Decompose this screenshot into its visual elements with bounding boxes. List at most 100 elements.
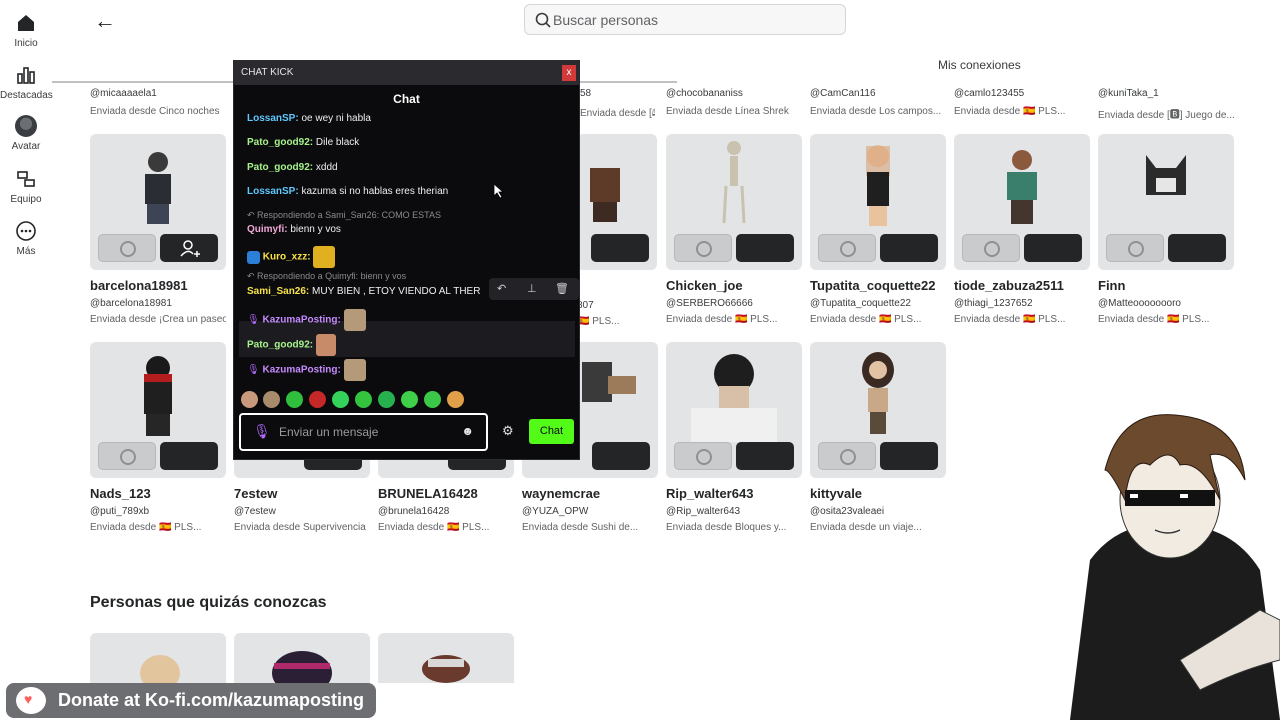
nav-home[interactable]: Inicio: [0, 12, 52, 49]
connection-card[interactable]: Chicken_joe @SERBERO66666 Enviada desde …: [666, 134, 802, 325]
add-friend-button[interactable]: [592, 442, 650, 470]
back-arrow-icon[interactable]: ←: [94, 8, 116, 34]
tab-connections[interactable]: Mis conexiones: [938, 58, 1021, 72]
avatar-thumbnail[interactable]: [810, 134, 946, 270]
emote-icon[interactable]: [378, 391, 395, 408]
mic-badge-icon: 🎙: [247, 314, 260, 326]
decline-button[interactable]: [1106, 234, 1164, 262]
decline-button[interactable]: [674, 234, 732, 262]
user-name[interactable]: 7estew: [234, 486, 370, 501]
nav-charts[interactable]: Destacadas: [0, 64, 53, 101]
chat-username[interactable]: Quimyfi:: [247, 224, 288, 235]
chat-username[interactable]: Pato_good92:: [247, 340, 313, 351]
nav-group[interactable]: Equipo: [0, 168, 52, 205]
emote-icon[interactable]: [241, 391, 258, 408]
avatar-thumbnail[interactable]: [666, 342, 802, 478]
user-name[interactable]: kittyvale: [810, 486, 946, 501]
emote-icon[interactable]: [332, 391, 349, 408]
emote-icon[interactable]: [447, 391, 464, 408]
donate-banner[interactable]: Donate at Ko-fi.com/kazumaposting: [6, 683, 376, 718]
user-handle: @puti_789xb: [90, 506, 150, 517]
user-name[interactable]: waynemcrae: [522, 486, 658, 501]
chat-username[interactable]: Pato_good92:: [247, 137, 313, 148]
sent-from: Enviada desde Supervivencia: [234, 522, 366, 533]
chat-input-box[interactable]: 🎙 ☻: [239, 413, 488, 451]
connection-card[interactable]: Tupatita_coquette22 @Tupatita_coquette22…: [810, 134, 946, 325]
add-friend-button[interactable]: [880, 442, 938, 470]
connection-card[interactable]: Nads_123 @puti_789xb Enviada desde 🇪🇸 PL…: [90, 342, 226, 533]
chat-username[interactable]: KazumaPosting:: [262, 365, 340, 376]
chat-username[interactable]: KazumaPosting:: [262, 315, 340, 326]
connection-card[interactable]: barcelona18981 @barcelona18981 Enviada d…: [90, 134, 226, 325]
add-friend-button[interactable]: [160, 234, 218, 262]
chat-username[interactable]: LossanSP:: [247, 113, 299, 124]
suggestion-card[interactable]: [234, 633, 370, 683]
search-bar[interactable]: [524, 4, 846, 35]
emote-icon[interactable]: [355, 391, 372, 408]
chat-text: MUY BIEN , ETOY VIENDO AL THER: [312, 286, 481, 297]
user-name[interactable]: tiode_zabuza2511: [954, 278, 1090, 293]
sent-from: Enviada desde Sushi de...: [522, 522, 639, 533]
delete-icon[interactable]: 🗑: [555, 282, 569, 295]
add-friend-button[interactable]: [160, 442, 218, 470]
connection-card[interactable]: Rip_walter643 @Rip_walter643 Enviada des…: [666, 342, 802, 533]
avatar-thumbnail[interactable]: [577, 134, 657, 270]
add-friend-button[interactable]: [736, 234, 794, 262]
emote-icon[interactable]: [401, 391, 418, 408]
chat-username[interactable]: Kuro_xzz:: [263, 252, 311, 263]
chat-username[interactable]: Sami_San26:: [247, 286, 309, 297]
pin-icon[interactable]: ⊥: [527, 282, 537, 295]
chat-username[interactable]: Pato_good92:: [247, 162, 313, 173]
decline-button[interactable]: [674, 442, 732, 470]
search-input[interactable]: [553, 5, 833, 34]
avatar-thumbnail[interactable]: [810, 342, 946, 478]
user-name[interactable]: Chicken_joe: [666, 278, 802, 293]
emote-icon: [313, 246, 336, 268]
decline-button[interactable]: [962, 234, 1020, 262]
decline-button[interactable]: [98, 442, 156, 470]
user-name[interactable]: Tupatita_coquette22: [810, 278, 946, 293]
connection-card[interactable]: kittyvale @osita23valeaei Enviada desde …: [810, 342, 946, 533]
suggestion-card[interactable]: [90, 633, 226, 683]
add-friend-button[interactable]: [591, 234, 649, 262]
decline-button[interactable]: [818, 234, 876, 262]
left-nav: Inicio Destacadas Avatar Equipo Más: [0, 0, 53, 720]
chat-send-button[interactable]: Chat: [529, 419, 574, 444]
avatar-thumbnail[interactable]: [666, 134, 802, 270]
settings-gear-icon[interactable]: ⚙: [502, 423, 514, 439]
user-handle: @Rip_walter643: [666, 506, 741, 517]
emote-icon[interactable]: [309, 391, 326, 408]
chat-heading: Chat: [393, 92, 420, 106]
add-friend-button[interactable]: [880, 234, 938, 262]
add-friend-button[interactable]: [1168, 234, 1226, 262]
user-name[interactable]: Rip_walter643: [666, 486, 802, 501]
avatar-thumbnail[interactable]: [1098, 134, 1234, 270]
emoji-picker-icon[interactable]: ☻: [461, 424, 474, 438]
connection-card[interactable]: Finn @Matteoooooooro Enviada desde 🇪🇸 PL…: [1098, 134, 1234, 325]
close-button[interactable]: x: [562, 65, 576, 81]
emote-icon[interactable]: [286, 391, 303, 408]
suggestion-card[interactable]: [378, 633, 514, 683]
connection-card[interactable]: tiode_zabuza2511 @thiagi_1237652 Enviada…: [954, 134, 1090, 325]
connection-card[interactable]: 807 🇪🇸 PLS...: [577, 134, 657, 327]
emote-icon[interactable]: [424, 391, 441, 408]
chat-input[interactable]: [279, 423, 449, 441]
user-name[interactable]: BRUNELA16428: [378, 486, 514, 501]
decline-button[interactable]: [818, 442, 876, 470]
user-name[interactable]: barcelona18981: [90, 278, 226, 293]
add-friend-button[interactable]: [1024, 234, 1082, 262]
nav-more[interactable]: Más: [0, 220, 52, 257]
add-friend-button[interactable]: [736, 442, 794, 470]
user-name[interactable]: Finn: [1098, 278, 1234, 293]
more-icon: [16, 221, 36, 241]
avatar-thumbnail[interactable]: [90, 342, 226, 478]
chat-username[interactable]: LossanSP:: [247, 186, 299, 197]
avatar-thumbnail[interactable]: [954, 134, 1090, 270]
user-name[interactable]: Nads_123: [90, 486, 226, 501]
nav-avatar[interactable]: Avatar: [0, 115, 52, 152]
user-handle: @SERBERO66666: [666, 298, 753, 309]
reply-icon[interactable]: ↶: [497, 282, 506, 295]
emote-icon[interactable]: [263, 391, 280, 408]
avatar-thumbnail[interactable]: [90, 134, 226, 270]
decline-button[interactable]: [98, 234, 156, 262]
